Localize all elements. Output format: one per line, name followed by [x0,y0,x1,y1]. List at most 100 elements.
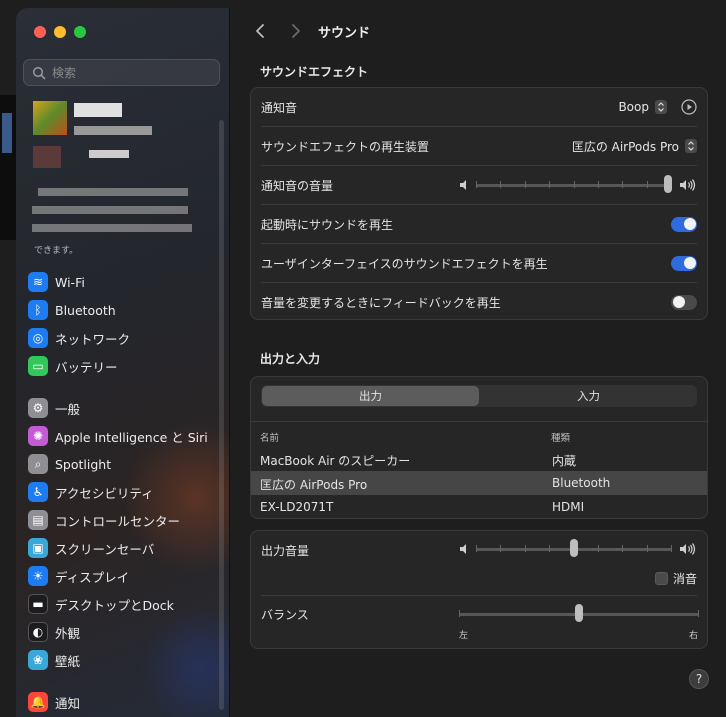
sidebar-item-siri[interactable]: ✺ Apple Intelligence と Siri [24,422,214,450]
sidebar-item-sun[interactable]: ☀ ディスプレイ [24,562,214,590]
help-button[interactable]: ? [689,669,709,689]
slider-thumb[interactable] [664,175,672,193]
volume-feedback-label: 音量を変更するときにフィードバックを再生 [261,295,501,310]
gear-icon: ⚙ [28,398,48,418]
volume-feedback-toggle[interactable] [671,294,697,310]
sidebar-item-gear[interactable]: ⚙ 一般 [24,394,214,422]
sidebar-item-magnifier[interactable]: ⌕ Spotlight [24,450,214,478]
volume-feedback-row: 音量を変更するときにフィードバックを再生 [251,283,707,321]
table-row[interactable]: EX-LD2071T HDMI [251,495,707,519]
sidebar: できます。 ≋ Wi-Fi ᛒ Bluetooth ◎ ネットワーク ▭ バッテリー ⚙ 一般 ✺ A… [16,8,230,717]
window-controls [34,26,86,38]
sidebar-item-label: デスクトップとDock [55,597,174,613]
sun-icon: ☀ [28,566,48,586]
device-name: 匡広の AirPods Pro [260,478,368,492]
output-device-popup[interactable]: 匡広の AirPods Pro [572,138,679,155]
sound-effects-card: 通知音 Boop サウンドエフェクトの再生装置 匡広の AirPods Pro … [250,87,708,320]
sidebar-item-dock[interactable]: ▬ デスクトップとDock [24,590,214,618]
wifi-icon: ≋ [28,272,48,292]
output-volume-label: 出力音量 [261,543,310,558]
sidebar-item-wifi[interactable]: ≋ Wi-Fi [24,268,214,296]
device-type: 内蔵 [552,454,577,468]
tab-input[interactable]: 入力 [480,385,697,407]
back-chevron-icon[interactable] [252,22,270,40]
mute-checkbox[interactable] [654,572,668,585]
screensaver-icon: ▣ [28,538,48,558]
sidebar-item-label: 外観 [55,625,81,641]
zoom-button[interactable] [74,26,86,38]
accessibility-icon: ♿ [28,482,48,502]
tab-output[interactable]: 出力 [262,386,479,406]
speaker-high-icon [680,543,696,555]
column-name[interactable]: 名前 [260,430,279,444]
balance-right-label: 右 [689,631,699,641]
sidebar-item-battery[interactable]: ▭ バッテリー [24,352,214,380]
toolbar: サウンド [230,8,726,54]
wallpaper-icon: ❀ [28,650,48,670]
globe-icon: ◎ [28,328,48,348]
ui-sound-toggle[interactable] [671,255,697,271]
search-field[interactable] [23,59,220,86]
startup-sound-toggle[interactable] [671,216,697,232]
popup-chevrons-icon[interactable] [685,139,697,153]
siri-icon: ✺ [28,426,48,446]
sound-effects-heading: サウンドエフェクト [260,65,369,79]
avatar [33,101,67,135]
sidebar-item-wallpaper[interactable]: ❀ 壁紙 [24,646,214,674]
sidebar-item-notification[interactable]: 🔔 通知 [24,688,214,716]
sidebar-item-label: Wi-Fi [55,274,85,290]
speaker-high-icon [680,179,696,191]
column-type[interactable]: 種類 [551,430,570,444]
speaker-low-icon [460,180,466,190]
background-window-edge [0,95,16,240]
sidebar-item-accessibility[interactable]: ♿ アクセシビリティ [24,478,214,506]
device-type: HDMI [552,500,585,514]
ui-sound-row: ユーザインターフェイスのサウンドエフェクトを再生 [251,244,707,282]
alert-volume-slider[interactable] [476,175,672,193]
balance-label: バランス [261,607,309,622]
play-icon[interactable] [681,99,697,115]
close-button[interactable] [34,26,46,38]
sidebar-item-bluetooth[interactable]: ᛒ Bluetooth [24,296,214,324]
sidebar-item-screensaver[interactable]: ▣ スクリーンセーバ [24,534,214,562]
search-icon [32,66,46,79]
bluetooth-icon: ᛒ [28,300,48,320]
startup-sound-label: 起動時にサウンドを再生 [261,217,394,232]
sidebar-item-label: Bluetooth [55,302,116,318]
appearance-icon: ◐ [28,622,48,642]
popup-chevrons-icon[interactable] [655,100,667,114]
device-type: Bluetooth [552,476,611,490]
sidebar-item-control-center[interactable]: ▤ コントロールセンター [24,506,214,534]
battery-icon: ▭ [28,356,48,376]
sidebar-item-label: コントロールセンター [55,513,181,529]
sidebar-item-label: ディスプレイ [55,569,130,585]
speaker-low-icon [460,544,466,554]
mute-control: 消音 [654,570,697,587]
output-volume-slider[interactable] [476,539,672,557]
sidebar-item-appearance[interactable]: ◐ 外観 [24,618,214,646]
balance-slider[interactable] [459,604,699,622]
page-title: サウンド [318,26,371,41]
forward-chevron-icon[interactable] [286,22,304,40]
balance-left-label: 左 [459,631,469,641]
device-name: EX-LD2071T [260,500,334,514]
output-device-label: サウンドエフェクトの再生装置 [261,139,430,154]
control-center-icon: ▤ [28,510,48,530]
alert-sound-popup[interactable]: Boop [618,100,649,114]
sidebar-item-label: 一般 [55,401,81,417]
table-row[interactable]: MacBook Air のスピーカー 内蔵 [251,447,707,471]
sidebar-nav: ≋ Wi-Fi ᛒ Bluetooth ◎ ネットワーク ▭ バッテリー ⚙ 一般 ✺ Apple I… [24,268,214,716]
table-row[interactable]: 匡広の AirPods Pro Bluetooth [251,471,707,495]
slider-thumb[interactable] [570,539,578,557]
alert-volume-label: 通知音の音量 [261,178,334,193]
sidebar-item-label: アクセシビリティ [55,485,154,501]
sidebar-item-globe[interactable]: ◎ ネットワーク [24,324,214,352]
sidebar-item-label: Spotlight [55,456,112,472]
search-input[interactable] [52,65,212,80]
slider-thumb[interactable] [575,604,583,622]
output-volume-card: 出力音量 消音 バランス 左 右 [250,530,708,649]
minimize-button[interactable] [54,26,66,38]
sidebar-scrollbar[interactable] [219,120,224,710]
magnifier-icon: ⌕ [28,454,48,474]
ui-sound-label: ユーザインターフェイスのサウンドエフェクトを再生 [261,256,548,271]
